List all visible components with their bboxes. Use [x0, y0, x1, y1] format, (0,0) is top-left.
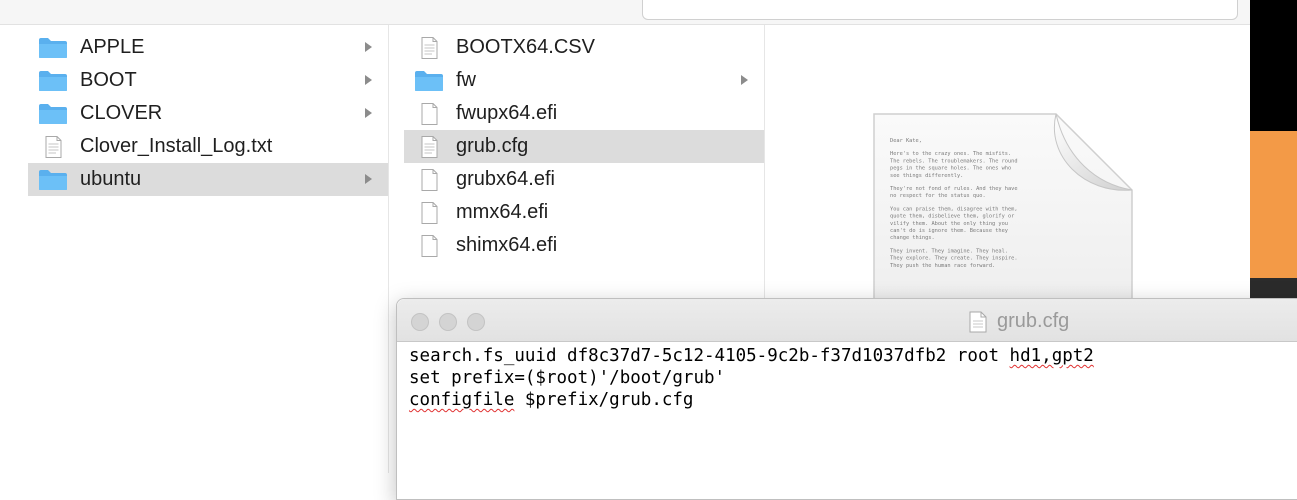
- preview-text-line: change things.: [890, 235, 935, 241]
- list-item[interactable]: CLOVER: [28, 97, 388, 130]
- list-item[interactable]: Clover_Install_Log.txt: [28, 130, 388, 163]
- list-item-label: fwupx64.efi: [456, 102, 558, 124]
- list-item[interactable]: fw: [404, 64, 764, 97]
- list-item[interactable]: BOOT: [28, 64, 388, 97]
- preview-text-line: pegs in the square holes. The ones who: [890, 166, 1011, 172]
- list-item-label: mmx64.efi: [456, 201, 549, 223]
- file-icon: [421, 169, 438, 191]
- preview-text-line: The rebels. The troublemakers. The round: [890, 158, 1018, 164]
- list-item[interactable]: grubx64.efi: [404, 163, 764, 196]
- folder-icon: [39, 38, 67, 58]
- minimize-button[interactable]: [439, 313, 457, 331]
- text-file-icon: [45, 136, 62, 158]
- list-item[interactable]: shimx64.efi: [404, 229, 764, 262]
- column-left[interactable]: APPLE BOOT CLOVER Clover_Install_Log.txtubu…: [28, 25, 389, 473]
- editor-titlebar[interactable]: grub.cfg: [397, 299, 1297, 342]
- spelling-error-text: hd1,gpt2: [1009, 346, 1094, 366]
- preview-text-line: Dear Kate,: [890, 138, 922, 144]
- preview-text-line: no respect for the status quo.: [890, 193, 986, 199]
- folder-icon: [39, 170, 67, 190]
- code-line: configfile $prefix/grub.cfg: [409, 389, 1297, 411]
- list-item-label: Clover_Install_Log.txt: [80, 135, 273, 157]
- list-item[interactable]: fwupx64.efi: [404, 97, 764, 130]
- text-editor-window[interactable]: grub.cfg search.fs_uuid df8c37d7-5c12-41…: [396, 298, 1297, 500]
- file-icon: [421, 202, 438, 224]
- list-item-label: ubuntu: [80, 168, 142, 190]
- editor-title-text: grub.cfg: [997, 310, 1070, 332]
- list-item-label: fw: [456, 69, 476, 91]
- text-file-icon: [421, 136, 438, 158]
- spelling-error-text: configfile: [409, 390, 515, 410]
- preview-text-line: vilify them. About the only thing you: [890, 221, 1008, 227]
- list-item-label: grubx64.efi: [456, 168, 555, 190]
- chevron-right-icon: [365, 108, 372, 118]
- folder-icon: [39, 71, 67, 91]
- sidebar-edge: [0, 25, 28, 473]
- zoom-button[interactable]: [467, 313, 485, 331]
- code-text: $prefix/grub.cfg: [514, 390, 694, 410]
- editor-text-area[interactable]: search.fs_uuid df8c37d7-5c12-4105-9c2b-f…: [409, 345, 1297, 411]
- close-button[interactable]: [411, 313, 429, 331]
- text-file-icon: [421, 37, 438, 59]
- background-orange-area: [1250, 131, 1297, 278]
- finder-toolbar: [0, 0, 1250, 25]
- preview-text-line: Here's to the crazy ones. The misfits.: [890, 151, 1011, 157]
- preview-text-line: They invent. They imagine. They heal.: [890, 248, 1008, 254]
- chevron-right-icon: [365, 75, 372, 85]
- code-line: search.fs_uuid df8c37d7-5c12-4105-9c2b-f…: [409, 345, 1297, 367]
- list-item[interactable]: APPLE: [28, 31, 388, 64]
- list-item[interactable]: BOOTX64.CSV: [404, 31, 764, 64]
- list-item-label: BOOT: [80, 69, 137, 91]
- code-text: search.fs_uuid df8c37d7-5c12-4105-9c2b-f…: [409, 346, 1010, 366]
- text-document-icon: Dear Kate, Here's to the crazy ones. The …: [873, 113, 1133, 312]
- file-icon: [421, 235, 438, 257]
- editor-title: grub.cfg: [969, 310, 1069, 333]
- list-item[interactable]: ubuntu: [28, 163, 388, 196]
- preview-text-line: see things differently.: [890, 173, 963, 179]
- search-field[interactable]: [642, 0, 1238, 20]
- preview-text-line: quote them, disbelieve them, glorify or: [890, 214, 1014, 220]
- code-line: set prefix=($root)'/boot/grub': [409, 367, 1297, 389]
- chevron-right-icon: [741, 75, 748, 85]
- list-item-label: APPLE: [80, 36, 145, 58]
- folder-icon: [39, 104, 67, 124]
- list-item-label: shimx64.efi: [456, 234, 558, 256]
- list-item-label: CLOVER: [80, 102, 163, 124]
- preview-text-line: They push the human race forward.: [890, 263, 995, 269]
- background-black-area: [1250, 0, 1297, 131]
- list-item[interactable]: grub.cfg: [404, 130, 764, 163]
- chevron-right-icon: [365, 42, 372, 52]
- preview-text-line: They're not fond of rules. And they have: [890, 186, 1018, 192]
- list-item[interactable]: mmx64.efi: [404, 196, 764, 229]
- document-icon: [969, 311, 987, 332]
- code-text: set prefix=($root)'/boot/grub': [409, 368, 726, 388]
- list-item-label: grub.cfg: [456, 135, 529, 157]
- chevron-right-icon: [365, 174, 372, 184]
- list-item-label: BOOTX64.CSV: [456, 36, 595, 58]
- preview-text-line: can't do is ignore them. Because they: [890, 228, 1008, 234]
- preview-text-line: They explore. They create. They inspire.: [890, 256, 1018, 262]
- preview-text-line: You can praise them, disagree with them,: [890, 206, 1018, 212]
- folder-icon: [415, 71, 443, 91]
- file-icon: [421, 103, 438, 125]
